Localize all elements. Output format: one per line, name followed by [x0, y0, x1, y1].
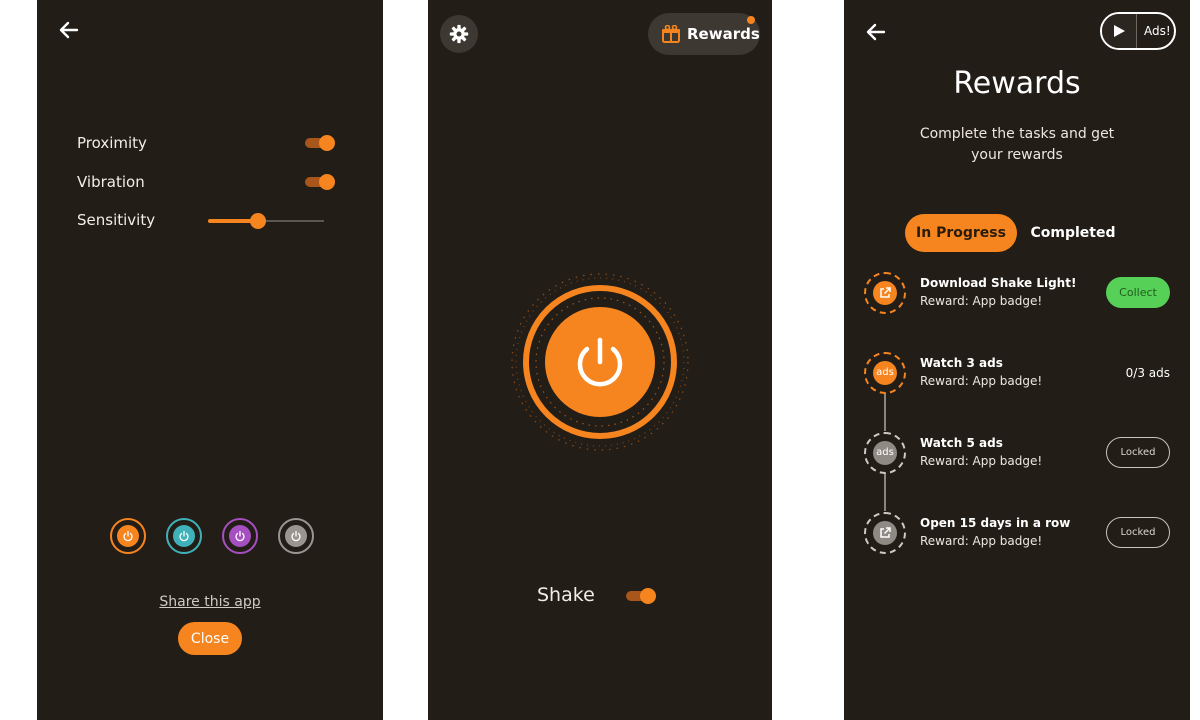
- vibration-toggle[interactable]: [305, 173, 335, 191]
- task-icon-watch-3-ads: ads: [864, 352, 906, 394]
- sensitivity-slider[interactable]: [208, 212, 324, 230]
- settings-button[interactable]: [440, 15, 478, 53]
- rewards-button-label: Rewards: [687, 25, 760, 43]
- arrow-left-icon: [59, 21, 79, 39]
- external-link-icon: [880, 527, 891, 538]
- timeline-connector: [884, 473, 886, 511]
- page-subtitle: Complete the tasks and get your rewards: [919, 126, 1115, 163]
- color-swatch-gray[interactable]: [278, 518, 314, 554]
- proximity-label: Proximity: [77, 134, 147, 152]
- sensitivity-label: Sensitivity: [77, 211, 156, 229]
- task-icon-text: ads: [873, 361, 897, 385]
- watch-ads-button[interactable]: Ads!: [1100, 12, 1176, 50]
- shake-label: Shake: [537, 584, 595, 606]
- gear-icon: [449, 24, 469, 44]
- page-title: Rewards: [953, 66, 1081, 101]
- main-screen: Rewards Shake: [428, 0, 772, 720]
- color-swatch-orange[interactable]: [110, 518, 146, 554]
- power-icon: [235, 530, 245, 542]
- task-reward: Reward: App badge!: [920, 534, 1043, 548]
- close-button[interactable]: Close: [178, 622, 242, 655]
- play-icon: [1114, 25, 1125, 37]
- shake-toggle[interactable]: [626, 587, 656, 605]
- rewards-button[interactable]: Rewards: [648, 13, 760, 55]
- power-icon: [291, 530, 301, 542]
- ads-label: Ads!: [1144, 24, 1171, 38]
- back-button[interactable]: [57, 18, 81, 42]
- settings-screen: Proximity Vibration Sensitivity Share th…: [37, 0, 383, 720]
- share-app-link[interactable]: Share this app: [37, 594, 383, 610]
- power-icon: [123, 530, 133, 542]
- proximity-toggle[interactable]: [305, 134, 335, 152]
- vibration-label: Vibration: [77, 173, 145, 191]
- timeline-connector: [884, 393, 886, 431]
- task-icon-download: [864, 272, 906, 314]
- task-reward: Reward: App badge!: [920, 294, 1043, 308]
- arrow-left-icon: [866, 23, 886, 41]
- color-swatch-teal[interactable]: [166, 518, 202, 554]
- task-title: Open 15 days in a row: [920, 516, 1071, 530]
- color-swatch-purple[interactable]: [222, 518, 258, 554]
- task-title: Watch 3 ads: [920, 356, 1003, 370]
- task-title: Watch 5 ads: [920, 436, 1003, 450]
- toggle-knob: [640, 588, 656, 604]
- task-reward: Reward: App badge!: [920, 454, 1043, 468]
- rewards-screen: Ads! Rewards Complete the tasks and get …: [844, 0, 1190, 720]
- toggle-knob: [319, 174, 335, 190]
- task-icon-core: [873, 521, 897, 545]
- gift-icon: [662, 25, 680, 43]
- task-title: Download Shake Light!: [920, 276, 1077, 290]
- collect-button[interactable]: Collect: [1106, 277, 1170, 308]
- toggle-knob: [319, 135, 335, 151]
- task-icon-text: ads: [873, 441, 897, 465]
- task-reward: Reward: App badge!: [920, 374, 1043, 388]
- play-button-area: [1102, 14, 1137, 48]
- back-button[interactable]: [864, 20, 888, 44]
- locked-button[interactable]: Locked: [1106, 517, 1170, 548]
- power-icon: [179, 530, 189, 542]
- task-progress: 0/3 ads: [1125, 366, 1170, 380]
- locked-button[interactable]: Locked: [1106, 437, 1170, 468]
- external-link-icon: [880, 287, 891, 298]
- tab-in-progress[interactable]: In Progress: [905, 214, 1017, 252]
- slider-thumb[interactable]: [249, 213, 266, 229]
- task-icon-open-15-days: [864, 512, 906, 554]
- task-icon-core: [873, 281, 897, 305]
- notification-dot: [747, 16, 755, 24]
- flashlight-power-button[interactable]: [500, 262, 700, 462]
- tab-completed[interactable]: Completed: [1026, 214, 1120, 252]
- task-icon-watch-5-ads: ads: [864, 432, 906, 474]
- power-button-graphic: [511, 273, 689, 451]
